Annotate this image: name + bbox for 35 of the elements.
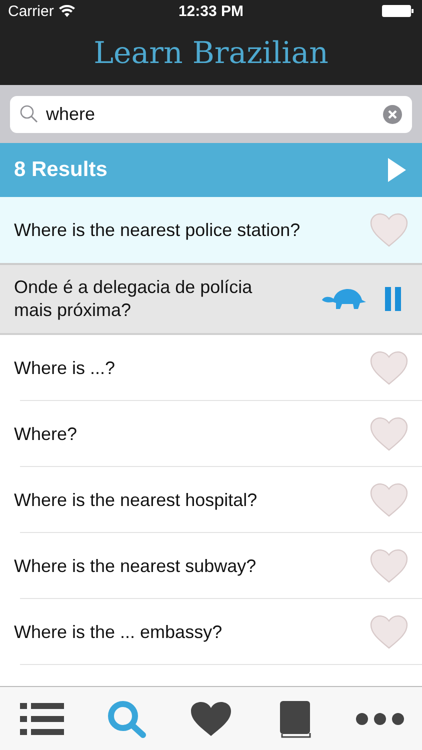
book-icon <box>279 700 312 738</box>
search-icon <box>20 105 38 123</box>
translation-text: Onde é a delegacia de polícia mais próxima? <box>14 276 254 322</box>
heart-icon[interactable] <box>370 615 408 649</box>
app-title: Learn Brazilian <box>94 36 328 71</box>
search-field[interactable]: where <box>10 96 412 132</box>
phrase-text: Where is ...? <box>14 358 116 378</box>
phrase-text: Where is the nearest hospital? <box>14 490 258 510</box>
battery-icon <box>382 5 414 17</box>
phrase-row[interactable]: Where is the nearest hospital? <box>0 467 422 533</box>
heart-icon[interactable] <box>370 549 408 583</box>
phrase-row[interactable]: Where is the ... embassy? <box>0 599 422 665</box>
phrase-text: Where? <box>14 424 78 444</box>
carrier-label: Carrier <box>8 2 54 20</box>
results-count: 8 Results <box>14 158 108 182</box>
more-icon <box>354 712 405 726</box>
phrase-row[interactable]: Where is the nearest subway? <box>0 533 422 599</box>
heart-icon[interactable] <box>370 213 408 247</box>
phrase-row[interactable]: Where is the nearest police station? <box>0 197 422 263</box>
phrase-text: Where is the nearest subway? <box>14 556 256 576</box>
search-icon <box>106 700 147 738</box>
phrase-text: Where is the nearest police station? <box>14 220 300 240</box>
list-icon <box>20 700 64 736</box>
heart-icon[interactable] <box>370 351 408 385</box>
heart-icon[interactable] <box>370 417 408 451</box>
wifi-icon <box>58 5 75 17</box>
heart-icon[interactable] <box>370 483 408 517</box>
turtle-icon[interactable] <box>322 288 366 310</box>
phrase-text: Where is the ... embassy? <box>14 622 222 642</box>
clock-label: 12:33 PM <box>178 2 244 20</box>
clear-icon[interactable] <box>383 104 402 124</box>
heart-icon <box>190 700 232 736</box>
phrase-row[interactable]: Where? <box>0 401 422 467</box>
play-icon[interactable] <box>388 158 406 182</box>
phrase-row[interactable]: Where is ...? <box>0 335 422 401</box>
